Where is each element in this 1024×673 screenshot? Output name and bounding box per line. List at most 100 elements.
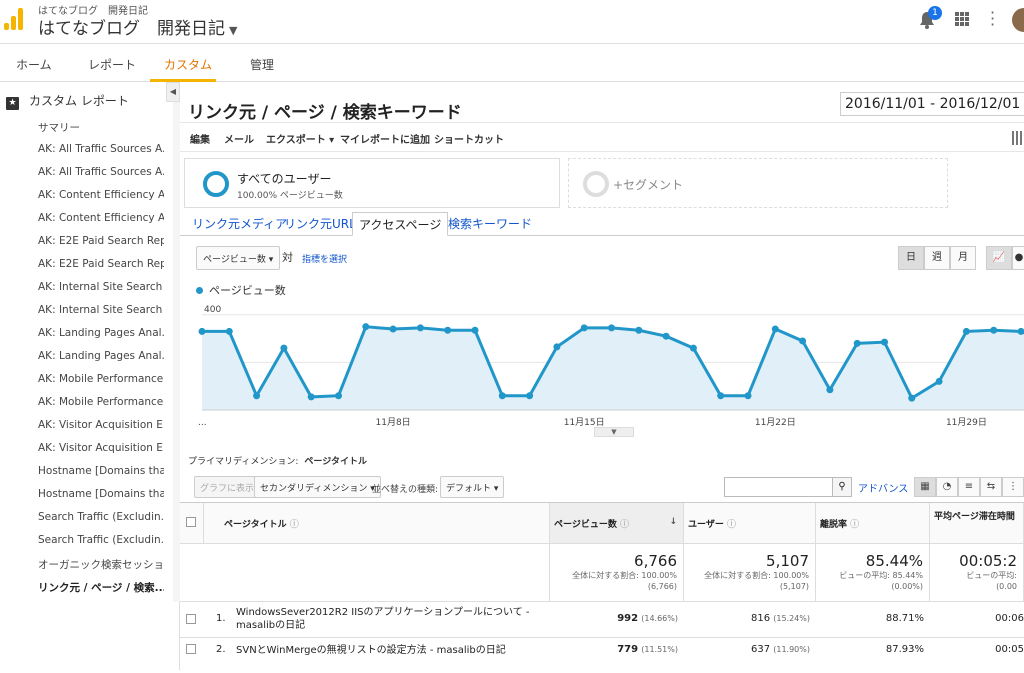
sidebar-item[interactable]: Hostname [Domains tha... [38,488,164,500]
tab-reports[interactable]: レポート [88,56,136,73]
sidebar-item[interactable]: AK: Mobile Performance... [38,396,164,408]
sidebar-item[interactable]: Search Traffic (Excludin... [38,511,164,523]
add-segment[interactable]: +セグメント [568,158,948,208]
add-to-dashboard-button[interactable]: マイレポートに追加 [340,131,430,146]
avatar[interactable] [1012,8,1024,32]
sidebar-item[interactable]: AK: Content Efficiency A... [38,189,164,201]
data-point[interactable] [881,339,888,346]
data-point[interactable] [308,393,315,400]
sidebar-item[interactable]: AK: Visitor Acquisition E... [38,419,164,431]
primary-dimension-value[interactable]: ページタイトル [304,457,367,467]
email-button[interactable]: メール [224,131,254,146]
data-point[interactable] [472,327,479,334]
sidebar-item[interactable]: AK: E2E Paid Search Rep... [38,235,164,247]
sidebar-item[interactable]: リンク元 / ページ / 検索... [38,580,164,595]
col-exit-rate[interactable]: 離脱率 ⓘ [816,503,930,543]
more-vert-icon[interactable]: ··· [990,10,995,28]
date-range-picker[interactable]: 2016/11/01 - 2016/12/01 [840,92,1024,116]
data-point[interactable] [390,326,397,333]
sidebar-item[interactable]: AK: Internal Site Search ... [38,281,164,293]
tab-admin[interactable]: 管理 [250,56,274,73]
data-point[interactable] [690,345,697,352]
segment-all-users[interactable]: すべてのユーザー 100.00% ページビュー数 [184,158,560,208]
data-point[interactable] [253,392,260,399]
data-point[interactable] [799,337,806,344]
sidebar-item[interactable]: AK: Mobile Performance... [38,373,164,385]
plot-rows-button[interactable]: グラフに表示 [194,476,260,498]
data-point[interactable] [963,328,970,335]
pivot-view-icon[interactable]: ⋮ [1002,477,1024,497]
data-point[interactable] [908,395,915,402]
tab-home[interactable]: ホーム [16,56,52,73]
data-point[interactable] [362,323,369,330]
sidebar-item[interactable]: AK: Visitor Acquisition E... [38,442,164,454]
data-point[interactable] [936,378,943,385]
data-point[interactable] [526,392,533,399]
sidebar-item[interactable]: AK: E2E Paid Search Rep... [38,258,164,270]
table-row[interactable]: 1. WindowsSever2012R2 IISのアプリケーションプールについ… [180,601,1024,637]
sidebar-item[interactable]: AK: Internal Site Search ... [38,304,164,316]
col-users[interactable]: ユーザー ⓘ [684,503,816,543]
property-selector[interactable]: はてなブログ 開発日記▼ [38,14,237,39]
performance-view-icon[interactable]: ≡ [958,477,980,497]
data-point[interactable] [499,392,506,399]
grid-icon[interactable] [1012,131,1024,145]
sidebar-item[interactable]: Hostname [Domains tha... [38,465,164,477]
row-page-title[interactable]: SVNとWinMergeの無視リストの設定方法 - masalibの日記 [236,644,552,657]
data-point[interactable] [745,392,752,399]
advanced-filter-link[interactable]: アドバンス [858,480,908,495]
sidebar-item[interactable]: AK: All Traffic Sources A... [38,143,164,155]
data-point[interactable] [635,327,642,334]
data-point[interactable] [335,392,342,399]
granularity-month[interactable]: 月 [950,246,976,270]
table-view-icon[interactable]: ▦ [914,477,936,497]
table-search-input[interactable] [724,477,834,497]
sort-type-select[interactable]: デフォルト ▾ [440,476,504,498]
data-point[interactable] [444,327,451,334]
data-point[interactable] [226,328,233,335]
data-point[interactable] [581,324,588,331]
collapse-sidebar-icon[interactable]: ◀ [166,82,180,102]
row-checkbox[interactable] [186,614,196,624]
chart-resize-handle[interactable]: ▼ [594,427,634,437]
sidebar-item[interactable]: AK: Landing Pages Anal... [38,350,164,362]
data-point[interactable] [417,324,424,331]
select-all-checkbox[interactable] [186,517,196,527]
data-point[interactable] [280,345,287,352]
secondary-dimension-select[interactable]: セカンダリディメンション ▾ [254,476,381,498]
data-point[interactable] [717,392,724,399]
table-row[interactable]: 2. SVNとWinMergeの無視リストの設定方法 - masalibの日記 … [180,637,1024,673]
sidebar-item[interactable]: AK: Landing Pages Anal... [38,327,164,339]
line-chart-icon[interactable]: 📈 [986,246,1012,270]
data-point[interactable] [199,328,206,335]
tab-search-keyword[interactable]: 検索キーワード [442,212,538,236]
apps-grid-icon[interactable] [955,12,969,26]
data-point[interactable] [772,326,779,333]
sidebar-item[interactable]: Search Traffic (Excludin... [38,534,164,546]
export-button[interactable]: エクスポート ▾ [266,131,334,146]
shortcut-button[interactable]: ショートカット [434,131,504,146]
pageviews-chart[interactable]: 200400...11月8日11月15日11月22日11月29日 [180,298,1024,438]
comparison-view-icon[interactable]: ⇆ [980,477,1002,497]
sidebar-item[interactable]: AK: All Traffic Sources A... [38,166,164,178]
row-page-title[interactable]: WindowsSever2012R2 IISのアプリケーションプールについて -… [236,606,552,632]
granularity-week[interactable]: 週 [924,246,950,270]
tab-landing-page[interactable]: アクセスページ [352,212,448,236]
metric-select[interactable]: ページビュー数 ▾ [196,246,280,270]
data-point[interactable] [663,333,670,340]
col-pageviews[interactable]: ページビュー数 ⓘ↓ [550,503,684,543]
data-point[interactable] [854,340,861,347]
col-avg-time[interactable]: 平均ページ滞在時間 [930,503,1024,543]
data-point[interactable] [826,386,833,393]
row-checkbox[interactable] [186,644,196,654]
sidebar-item[interactable]: AK: Content Efficiency A... [38,212,164,224]
motion-chart-icon[interactable]: ● [1012,246,1024,270]
sidebar-scrollbar[interactable] [173,102,180,602]
tab-custom[interactable]: カスタム [164,56,212,73]
data-point[interactable] [553,343,560,350]
sidebar-item[interactable]: オーガニック検索セッション [38,557,164,572]
search-icon[interactable]: ⚲ [832,477,852,497]
sidebar-heading[interactable]: ★カスタム レポート [6,92,129,110]
pie-view-icon[interactable]: ◔ [936,477,958,497]
data-point[interactable] [608,324,615,331]
